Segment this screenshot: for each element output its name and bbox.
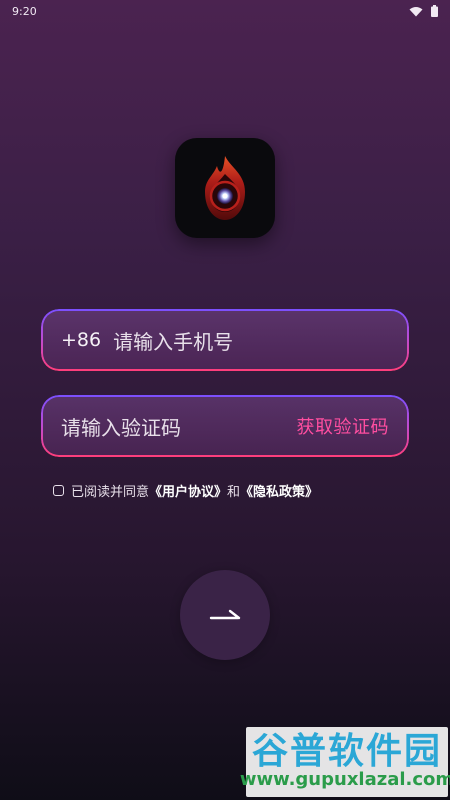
phone-placeholder: 请输入手机号 [113, 329, 234, 354]
verification-code-input[interactable]: 请输入验证码 获取验证码 [41, 395, 409, 457]
flame-orb-logo-icon [205, 156, 245, 220]
phone-input[interactable]: +86 请输入手机号 [41, 309, 409, 371]
status-time: 9:20 [12, 4, 37, 18]
watermark: 谷普软件园 www.gupuxlazal.com [240, 727, 450, 797]
login-submit-button[interactable] [180, 570, 270, 660]
agreement-prefix: 已阅读并同意 [71, 485, 150, 500]
privacy-policy-link[interactable]: 《隐私政策》 [240, 481, 318, 500]
wifi-icon [409, 6, 423, 17]
user-agreement-link[interactable]: 《用户协议》 [149, 481, 227, 500]
code-placeholder: 请输入验证码 [61, 415, 181, 440]
battery-icon [431, 5, 438, 17]
agreement-row: 已阅读并同意 《用户协议》 和 《隐私政策》 [53, 481, 318, 500]
agreement-and: 和 [227, 485, 241, 500]
watermark-title: 谷普软件园 [251, 731, 442, 773]
country-code[interactable]: +86 [61, 329, 101, 351]
login-screen: 9:20 +86 请输入手机号 请输入验证码 获取验证码 已阅读并同意 《用户协… [0, 0, 450, 800]
status-icons [409, 5, 438, 17]
status-bar: 9:20 [0, 0, 450, 22]
app-logo [175, 138, 275, 238]
agreement-checkbox[interactable] [53, 485, 64, 496]
get-code-button[interactable]: 获取验证码 [297, 413, 390, 439]
watermark-url: www.gupuxlazal.com [239, 769, 450, 791]
arrow-right-icon [209, 609, 241, 620]
